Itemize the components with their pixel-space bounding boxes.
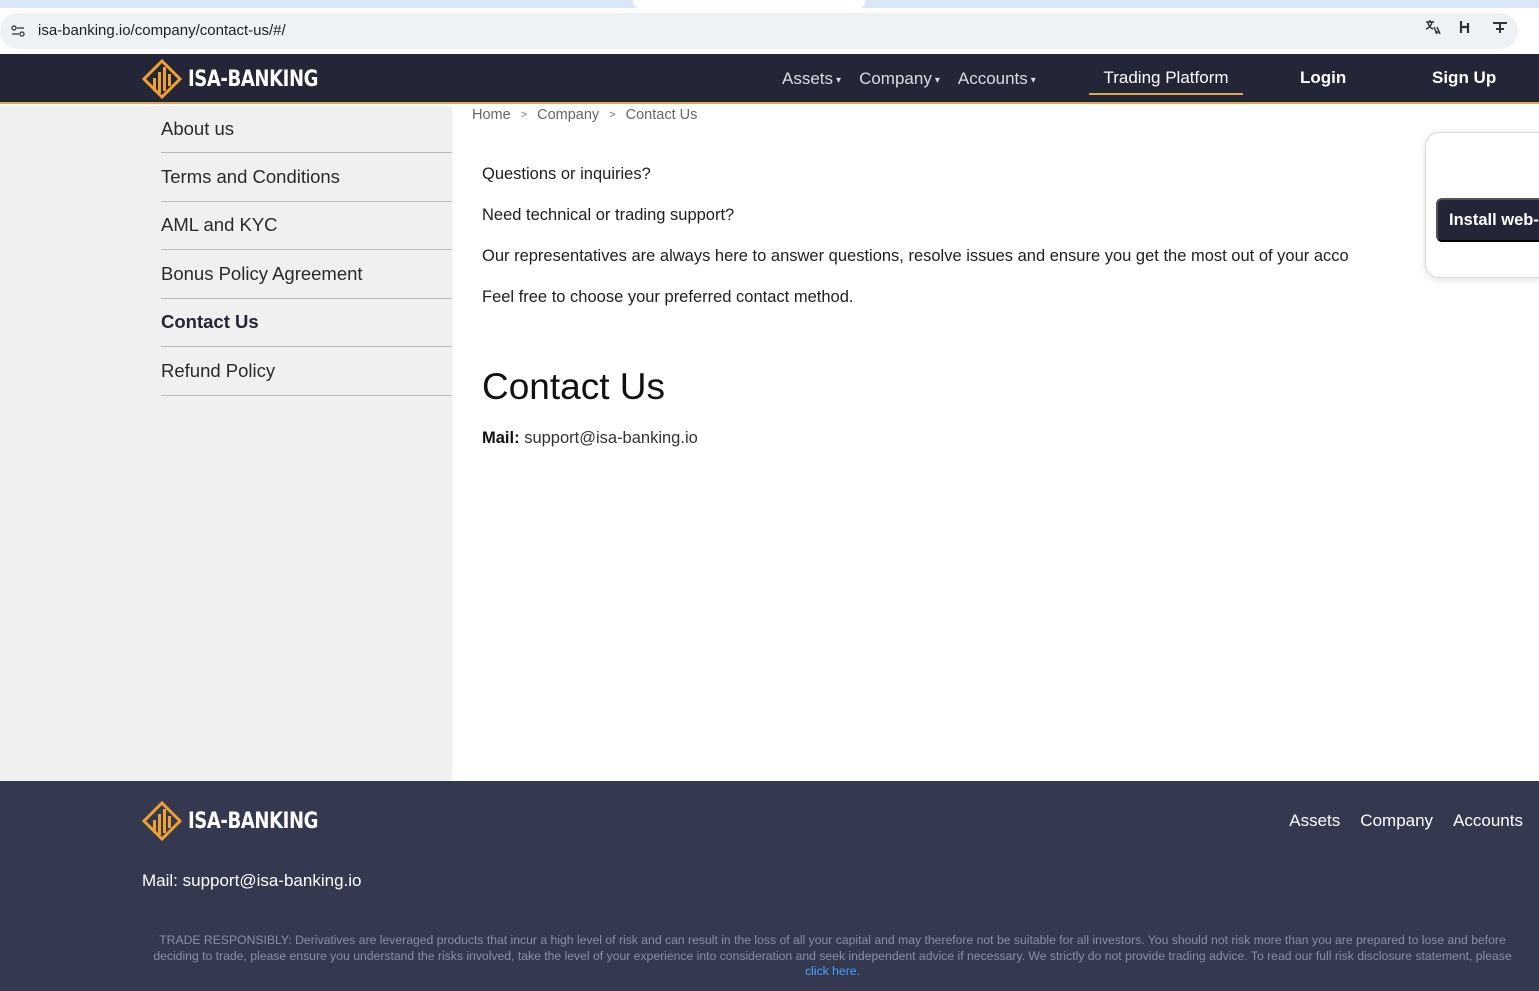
intro-paragraph: Feel free to choose your preferred conta… bbox=[482, 288, 854, 306]
signup-link[interactable]: Sign Up bbox=[1432, 68, 1496, 88]
browser-toolbar-icons bbox=[1423, 18, 1509, 36]
site-footer: ISA-BANKING Assets Company Accounts Mail… bbox=[0, 781, 1539, 991]
url-text[interactable]: isa-banking.io/company/contact-us/#/ bbox=[38, 22, 286, 39]
footer-link-accounts[interactable]: Accounts bbox=[1453, 811, 1523, 831]
sidebar-item-about-us[interactable]: About us bbox=[161, 106, 452, 153]
footer-link-assets[interactable]: Assets bbox=[1289, 811, 1340, 831]
logo-diamond-icon bbox=[142, 801, 182, 841]
chevron-down-icon: ▾ bbox=[1030, 74, 1036, 86]
contact-mail: Mail: support@isa-banking.io bbox=[482, 429, 698, 448]
nav-accounts[interactable]: Accounts ▾ bbox=[958, 69, 1036, 89]
url-field[interactable]: isa-banking.io/company/contact-us/#/ bbox=[0, 13, 1518, 49]
page-title: Contact Us bbox=[482, 366, 666, 407]
sidebar-item-contact-us[interactable]: Contact Us bbox=[161, 299, 452, 347]
footer-logo[interactable]: ISA-BANKING bbox=[142, 801, 347, 841]
breadcrumb-company[interactable]: Company bbox=[537, 107, 599, 123]
chevron-down-icon: ▾ bbox=[934, 74, 940, 86]
intro-paragraph: Need technical or trading support? bbox=[482, 206, 735, 224]
cast-icon[interactable] bbox=[1491, 18, 1509, 36]
mail-label: Mail: bbox=[482, 429, 520, 447]
nav-assets-label: Assets bbox=[782, 69, 834, 88]
nav-accounts-label: Accounts bbox=[957, 69, 1028, 88]
main-nav: Assets ▾ Company ▾ Accounts ▾ bbox=[782, 54, 1054, 104]
site-info-icon[interactable] bbox=[10, 23, 26, 39]
footer-nav: Assets Company Accounts bbox=[1289, 811, 1523, 831]
disclaimer-text: TRADE RESPONSIBLY: Derivatives are lever… bbox=[153, 933, 1512, 963]
company-sidebar: About us Terms and Conditions AML and KY… bbox=[0, 106, 452, 781]
intro-paragraph: Our representatives are always here to a… bbox=[482, 247, 1349, 265]
breadcrumb-home[interactable]: Home bbox=[472, 107, 511, 123]
logo-text: ISA-BANKING bbox=[188, 808, 319, 834]
sidebar-item-aml-kyc[interactable]: AML and KYC bbox=[161, 202, 452, 250]
logo-text: ISA-BANKING bbox=[188, 66, 319, 92]
breadcrumb-current: Contact Us bbox=[625, 107, 698, 123]
chevron-right-icon: > bbox=[520, 109, 528, 121]
trading-platform-link[interactable]: Trading Platform bbox=[1089, 62, 1243, 95]
chevron-right-icon: > bbox=[609, 109, 616, 121]
footer-mail[interactable]: Mail: support@isa-banking.io bbox=[142, 871, 361, 891]
site-header: ISA-BANKING Assets ▾ Company ▾ Accounts … bbox=[0, 54, 1539, 104]
sidebar-item-terms[interactable]: Terms and Conditions bbox=[161, 153, 452, 202]
nav-company[interactable]: Company ▾ bbox=[859, 69, 940, 89]
footer-link-company[interactable]: Company bbox=[1360, 811, 1433, 831]
chevron-down-icon: ▾ bbox=[836, 74, 842, 86]
sidebar-item-bonus-policy[interactable]: Bonus Policy Agreement bbox=[161, 250, 452, 299]
translate-icon[interactable] bbox=[1423, 18, 1441, 36]
browser-address-bar: isa-banking.io/company/contact-us/#/ bbox=[0, 8, 1539, 54]
logo-diamond-icon bbox=[142, 59, 182, 99]
login-link[interactable]: Login bbox=[1300, 68, 1346, 88]
install-web-app-button[interactable]: Install web- bbox=[1436, 198, 1539, 242]
contact-intro: Questions or inquiries? Need technical o… bbox=[482, 162, 1422, 326]
browser-active-tab[interactable] bbox=[633, 0, 865, 8]
risk-disclaimer: TRADE RESPONSIBLY: Derivatives are lever… bbox=[140, 933, 1525, 980]
breadcrumb: Home > Company > Contact Us bbox=[472, 107, 697, 123]
disclaimer-link[interactable]: click here. bbox=[805, 964, 860, 978]
sidebar-list: About us Terms and Conditions AML and KY… bbox=[161, 106, 452, 396]
browser-tabstrip bbox=[0, 0, 1539, 8]
sidebar-item-refund-policy[interactable]: Refund Policy bbox=[161, 347, 452, 396]
extension-icon[interactable] bbox=[1457, 18, 1475, 36]
nav-assets[interactable]: Assets ▾ bbox=[782, 69, 841, 89]
intro-paragraph: Questions or inquiries? bbox=[482, 165, 651, 183]
header-logo[interactable]: ISA-BANKING bbox=[142, 59, 347, 99]
mail-address[interactable]: support@isa-banking.io bbox=[524, 429, 698, 447]
nav-company-label: Company bbox=[859, 69, 932, 88]
